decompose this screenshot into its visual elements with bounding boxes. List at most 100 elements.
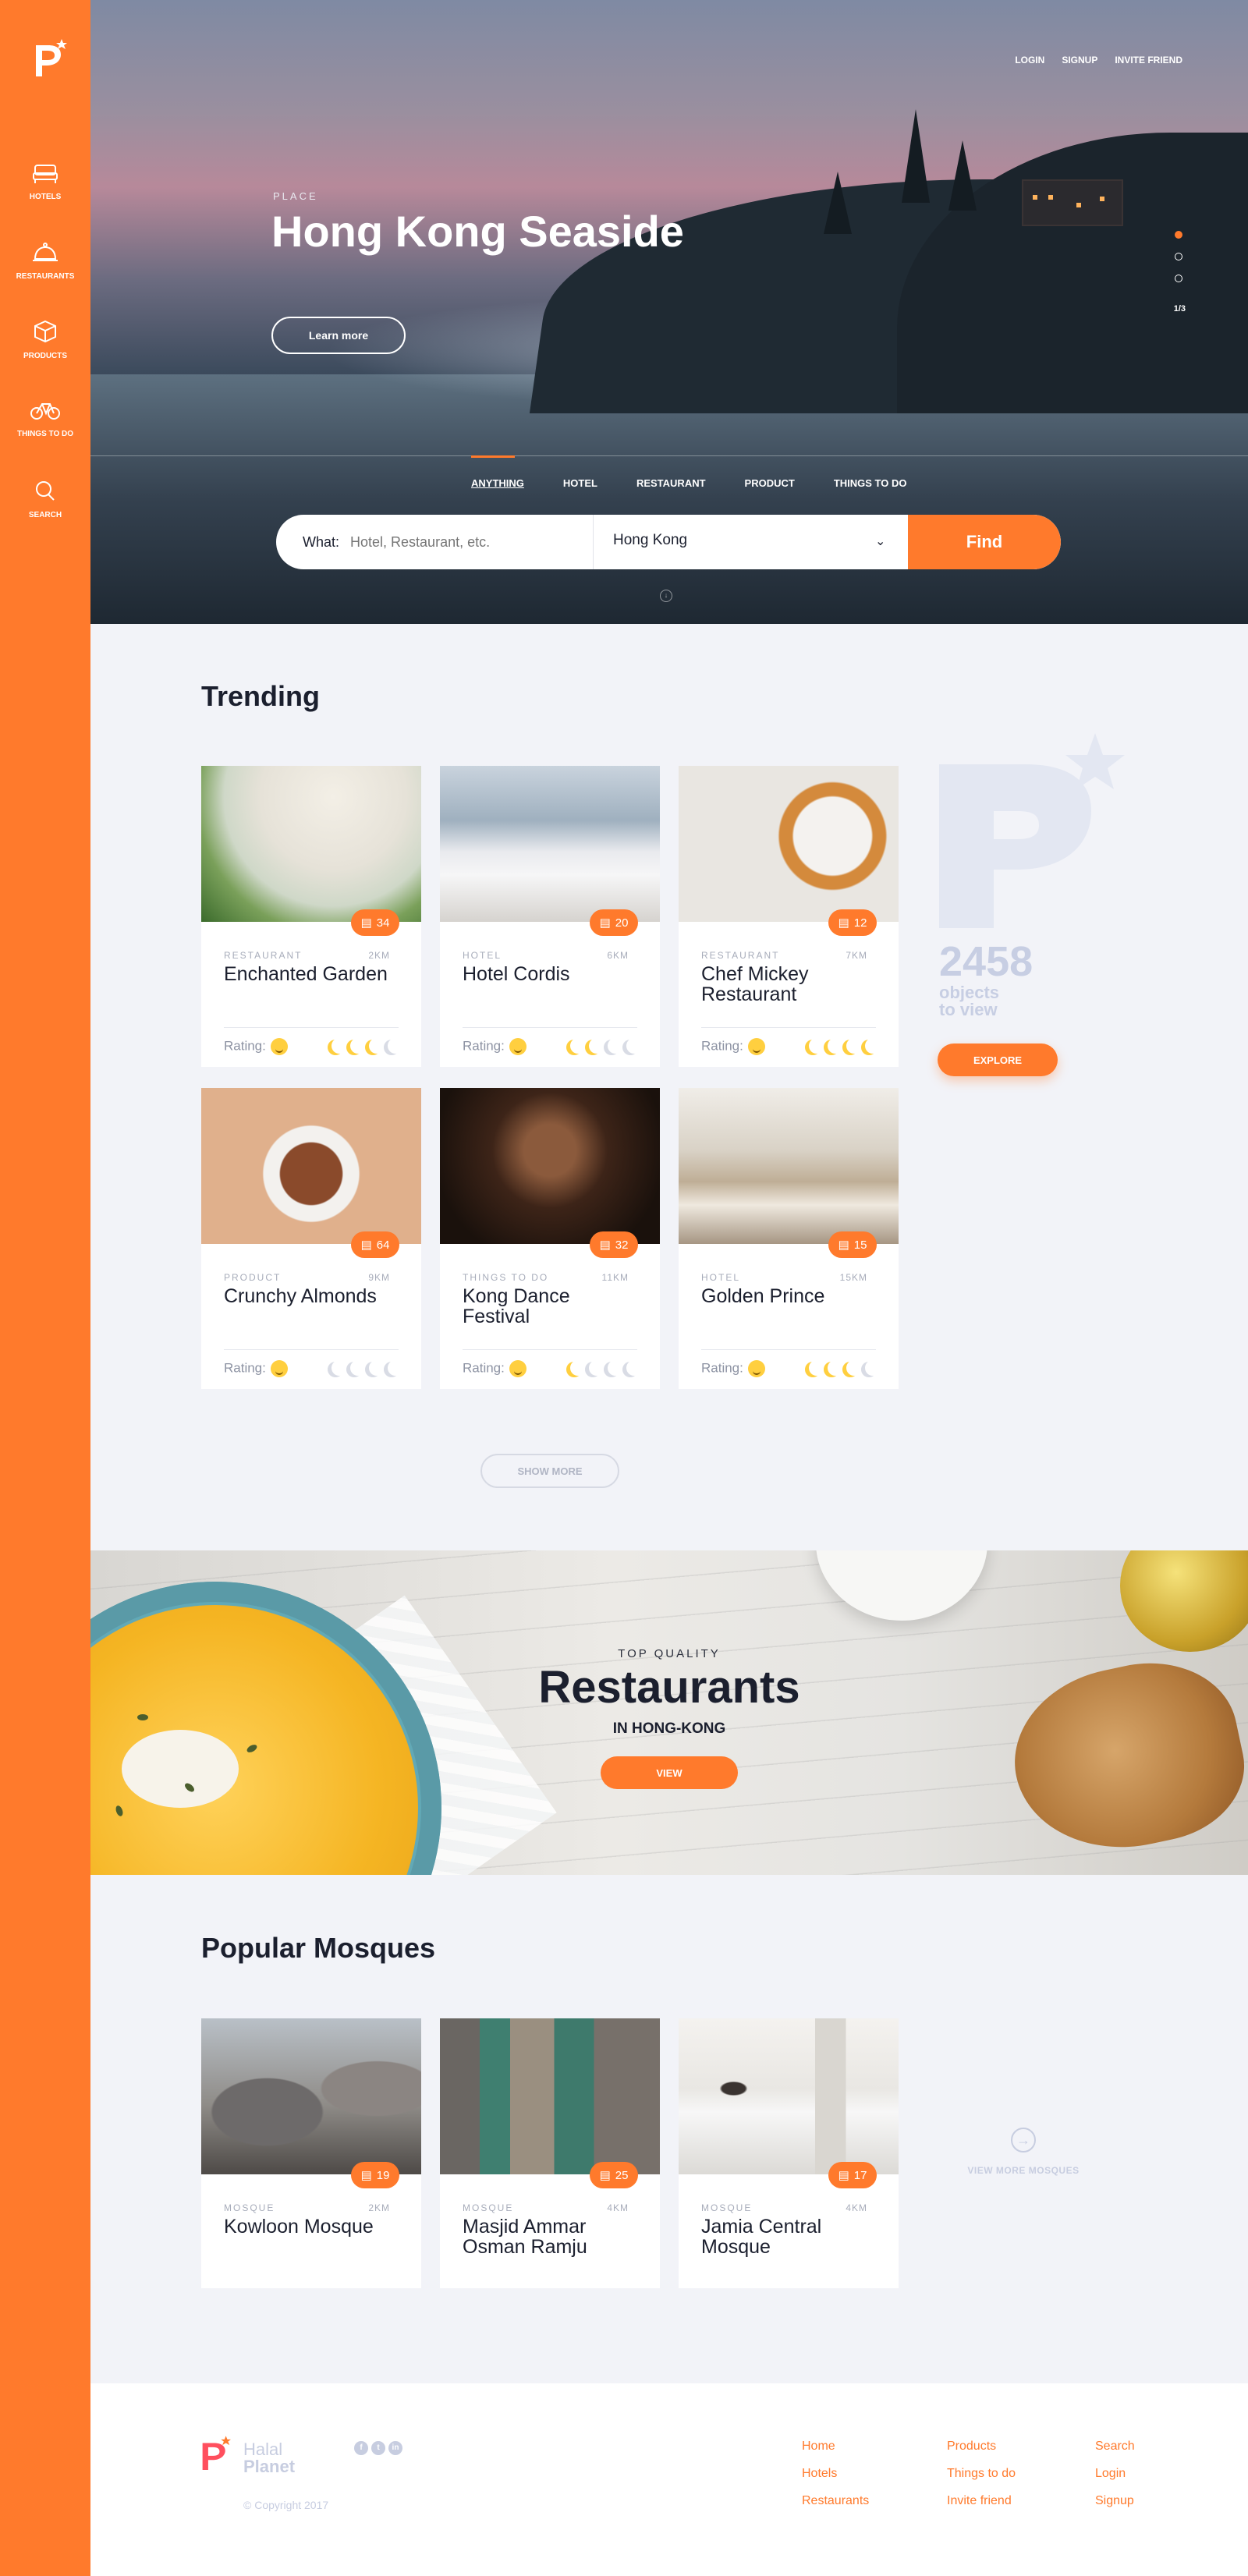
- rating-label: Rating:: [701, 1360, 765, 1377]
- chevron-down-icon[interactable]: ⌄: [875, 533, 885, 549]
- card-name[interactable]: Golden Prince: [701, 1286, 881, 1306]
- moon-empty-icon: [865, 1360, 881, 1376]
- sidebar-item-things-to-do[interactable]: THINGS TO DO: [0, 399, 90, 440]
- moon-empty-icon: [388, 1360, 403, 1376]
- moon-filled-icon: [865, 1038, 881, 1054]
- trending-card[interactable]: ▤ 64 PRODUCT 9KM Crunchy Almonds Rating:: [201, 1088, 421, 1389]
- moon-filled-icon: [350, 1038, 366, 1054]
- card-name[interactable]: Chef Mickey Restaurant: [701, 964, 881, 1005]
- rating-label: Rating:: [224, 1038, 288, 1055]
- comment-icon: ▤: [360, 916, 372, 930]
- comment-icon: ▤: [838, 1238, 849, 1252]
- tab-hotel[interactable]: HOTEL: [563, 477, 597, 489]
- slider-dot[interactable]: [1175, 253, 1182, 260]
- card-name[interactable]: Crunchy Almonds: [224, 1286, 403, 1306]
- card-name[interactable]: Hotel Cordis: [463, 964, 642, 984]
- card-name[interactable]: Masjid Ammar Osman Ramju: [463, 2216, 650, 2257]
- hero-title: Hong Kong Seaside: [271, 207, 684, 256]
- comment-count: 12: [853, 916, 867, 930]
- trending-card[interactable]: ▤ 32 THINGS TO DO 11KM Kong Dance Festiva…: [440, 1088, 660, 1389]
- tree: [824, 172, 852, 234]
- comment-icon: ▤: [599, 916, 611, 930]
- view-more-mosques-link[interactable]: → VIEW MORE MOSQUES: [961, 2128, 1086, 2177]
- slider-dot[interactable]: [1175, 231, 1182, 239]
- smiley-icon: [509, 1038, 526, 1055]
- card-name[interactable]: Kowloon Mosque: [224, 2216, 411, 2237]
- footer-link-hotels[interactable]: Hotels: [802, 2467, 869, 2481]
- mosque-card[interactable]: ▤ 25 MOSQUE 4KM Masjid Ammar Osman Ramju: [440, 2018, 660, 2288]
- moon-filled-icon: [570, 1038, 586, 1054]
- moon-empty-icon: [608, 1038, 623, 1054]
- show-more-button[interactable]: SHOW MORE: [480, 1454, 619, 1488]
- moon-filled-icon: [589, 1038, 604, 1054]
- bed-icon: [33, 165, 58, 183]
- card-category: RESTAURANT: [701, 950, 780, 961]
- moon-empty-icon: [332, 1360, 347, 1376]
- footer-link-invite-friend[interactable]: Invite friend: [947, 2494, 1016, 2508]
- card-name[interactable]: Kong Dance Festival: [463, 1286, 642, 1327]
- view-restaurants-button[interactable]: VIEW: [601, 1756, 738, 1789]
- footer-col-2: Products Things to do Invite friend: [947, 2440, 1016, 2521]
- login-link[interactable]: LOGIN: [1015, 55, 1044, 66]
- learn-more-button[interactable]: Learn more: [271, 317, 406, 354]
- footer-link-things-to-do[interactable]: Things to do: [947, 2467, 1016, 2481]
- moon-empty-icon: [626, 1038, 642, 1054]
- comments-badge: ▤ 25: [590, 2162, 638, 2188]
- objects-caption: objects to view: [939, 984, 999, 1019]
- sidebar-item-label: PRODUCTS: [23, 352, 68, 360]
- trending-card[interactable]: ▤ 20 HOTEL 6KM Hotel Cordis Rating:: [440, 766, 660, 1067]
- linkedin-icon[interactable]: in: [388, 2441, 402, 2455]
- box-icon: [34, 320, 56, 343]
- card-name[interactable]: Jamia Central Mosque: [701, 2216, 888, 2257]
- footer-link-restaurants[interactable]: Restaurants: [802, 2494, 869, 2508]
- tab-product[interactable]: PRODUCT: [745, 477, 795, 489]
- trending-card[interactable]: ▤ 12 RESTAURANT 7KM Chef Mickey Restauran…: [679, 766, 899, 1067]
- scroll-down-icon[interactable]: ↓: [660, 590, 672, 602]
- card-name[interactable]: Enchanted Garden: [224, 964, 403, 984]
- tab-restaurant[interactable]: RESTAURANT: [636, 477, 706, 489]
- rating-label: Rating:: [224, 1360, 288, 1377]
- location-select[interactable]: Hong Kong: [613, 532, 687, 549]
- trending-card[interactable]: ▤ 34 RESTAURANT 2KM Enchanted Garden Rati…: [201, 766, 421, 1067]
- footer-logo[interactable]: [200, 2435, 231, 2474]
- comment-count: 32: [615, 1238, 629, 1252]
- brand-watermark-icon: [939, 733, 1125, 928]
- find-button[interactable]: Find: [908, 515, 1061, 569]
- category-tabs: ANYTHING HOTEL RESTAURANT PRODUCT THINGS…: [471, 455, 907, 489]
- mosque-card[interactable]: ▤ 19 MOSQUE 2KM Kowloon Mosque: [201, 2018, 421, 2288]
- invite-friend-link[interactable]: INVITE FRIEND: [1115, 55, 1182, 66]
- mosque-card[interactable]: ▤ 17 MOSQUE 4KM Jamia Central Mosque: [679, 2018, 899, 2288]
- comment-icon: ▤: [360, 2169, 372, 2182]
- footer-link-login[interactable]: Login: [1095, 2467, 1135, 2481]
- comment-icon: ▤: [599, 1238, 611, 1252]
- rating-text: Rating:: [224, 1360, 266, 1376]
- card-category: THINGS TO DO: [463, 1272, 549, 1283]
- hero-house: [1022, 179, 1123, 226]
- footer-link-home[interactable]: Home: [802, 2440, 869, 2454]
- slider-dot[interactable]: [1175, 275, 1182, 282]
- brand-logo[interactable]: [33, 39, 67, 80]
- copyright: © Copyright 2017: [243, 2499, 329, 2511]
- explore-button[interactable]: EXPLORE: [938, 1044, 1058, 1076]
- card-distance: 7KM: [846, 950, 867, 961]
- cream-image: [122, 1730, 239, 1808]
- slider-dots: [1175, 231, 1182, 296]
- rating-moons: [566, 1360, 638, 1376]
- footer-link-search[interactable]: Search: [1095, 2440, 1135, 2454]
- sidebar-item-search[interactable]: SEARCH: [0, 479, 90, 521]
- tab-things-to-do[interactable]: THINGS TO DO: [834, 477, 907, 489]
- rating-moons: [328, 1038, 399, 1054]
- comments-badge: ▤ 32: [590, 1231, 638, 1258]
- tab-anything[interactable]: ANYTHING: [471, 455, 524, 489]
- trending-card[interactable]: ▤ 15 HOTEL 15KM Golden Prince Rating:: [679, 1088, 899, 1389]
- moon-filled-icon: [809, 1360, 824, 1376]
- sidebar-item-products[interactable]: PRODUCTS: [0, 320, 90, 362]
- signup-link[interactable]: SIGNUP: [1062, 55, 1097, 66]
- facebook-icon[interactable]: f: [354, 2441, 368, 2455]
- footer-link-products[interactable]: Products: [947, 2440, 1016, 2454]
- sidebar-item-hotels[interactable]: HOTELS: [0, 162, 90, 203]
- footer-link-signup[interactable]: Signup: [1095, 2494, 1135, 2508]
- twitter-icon[interactable]: t: [371, 2441, 385, 2455]
- what-input[interactable]: [350, 533, 585, 551]
- sidebar-item-restaurants[interactable]: RESTAURANTS: [0, 242, 90, 282]
